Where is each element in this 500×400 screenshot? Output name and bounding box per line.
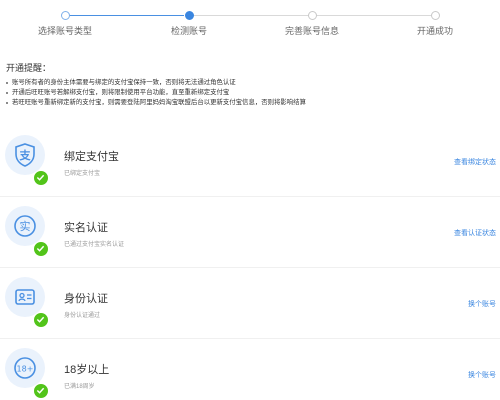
check-icon [33,383,49,399]
notice-list: 账号所有者的身份主体需要与绑定的支付宝保持一致，否则将无法通过角色认证 开通后旺… [6,78,494,108]
svg-text:18+: 18+ [17,365,34,374]
item-desc: 身份认证通过 [64,313,101,319]
age-18-icon: 18+ [5,348,49,399]
verification-item-real-name: 实 实名认证 已通过支付宝实名认证 查看认证状态 [0,197,500,268]
notice-item: 开通后旺旺账号若解绑支付宝，则将限制使用平台功能，直至重新绑定支付宝 [6,88,494,98]
step-label: 选择账号类型 [37,26,92,36]
notice-title: 开通提醒： [6,63,52,73]
item-title: 实名认证 [64,222,108,234]
item-desc: 已绑定支付宝 [64,171,101,177]
notice-panel: 开通提醒： 账号所有者的身份主体需要与绑定的支付宝保持一致，否则将无法通过角色认… [6,61,494,108]
notice-item: 若旺旺账号重新绑定新的支付宝，则需要登陆阿里妈妈淘宝联盟后台以更新支付宝信息，否… [6,98,494,108]
step-label: 完善账号信息 [284,26,339,36]
step-dot [307,11,317,20]
step-check-account: 检测账号 [139,10,239,37]
item-desc: 已满18周岁 [64,384,95,390]
view-verification-status-link[interactable]: 查看认证状态 [454,228,496,238]
verification-list: 支 绑定支付宝 已绑定支付宝 查看绑定状态 实 实名认证 已通过支付宝实名认证 … [0,126,500,400]
step-label: 开通成功 [416,26,453,36]
item-title: 绑定支付宝 [64,151,119,163]
real-name-icon: 实 [5,206,49,257]
notice-item: 账号所有者的身份主体需要与绑定的支付宝保持一致，否则将无法通过角色认证 [6,78,494,88]
step-dot-active [184,11,194,20]
step-dot [430,11,440,20]
svg-text:实: 实 [20,219,31,233]
progress-stepper: 选择账号类型 检测账号 完善账号信息 开通成功 [0,0,500,44]
step-success: 开通成功 [385,10,485,37]
switch-account-link[interactable]: 换个账号 [468,299,496,309]
verification-item-identity: 身份认证 身份认证通过 换个账号 [0,268,500,339]
switch-account-link[interactable]: 换个账号 [468,370,496,380]
step-select-account-type: 选择账号类型 [15,10,115,37]
item-desc: 已通过支付宝实名认证 [64,242,125,248]
step-label: 检测账号 [170,26,207,36]
id-card-icon [5,277,49,328]
verification-item-alipay: 支 绑定支付宝 已绑定支付宝 查看绑定状态 [0,126,500,197]
check-icon [33,312,49,328]
step-complete-info: 完善账号信息 [262,10,362,37]
check-icon [33,241,49,257]
verification-item-age: 18+ 18岁以上 已满18周岁 换个账号 [0,339,500,400]
step-dot [60,11,70,20]
svg-text:支: 支 [19,148,32,162]
view-binding-status-link[interactable]: 查看绑定状态 [454,157,496,167]
alipay-icon: 支 [5,135,49,186]
check-icon [33,170,49,186]
item-title: 身份认证 [64,293,108,305]
item-title: 18岁以上 [64,364,110,376]
